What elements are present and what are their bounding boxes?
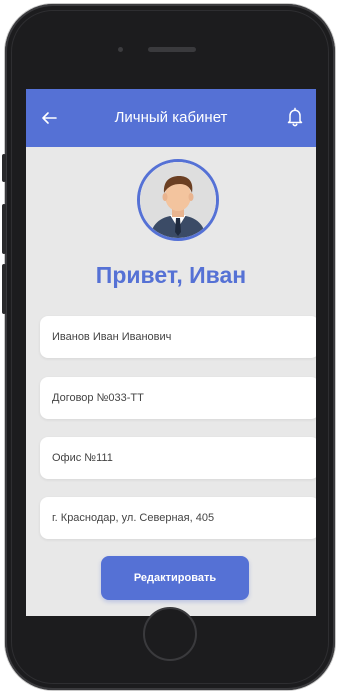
user-avatar-icon	[140, 162, 216, 238]
bell-icon[interactable]	[286, 107, 304, 127]
address-field[interactable]: г. Краснодар, ул. Северная, 405	[40, 497, 316, 539]
app-header: Личный кабинет	[26, 89, 316, 147]
volume-up-button	[2, 204, 6, 254]
mute-switch	[2, 154, 6, 182]
greeting-heading: Привет, Иван	[95, 262, 247, 288]
volume-down-button	[2, 264, 6, 314]
phone-frame: Личный кабинет Привет, Иван Иванов Иван …	[2, 4, 335, 690]
full-name-field[interactable]: Иванов Иван Иванович	[40, 316, 316, 358]
front-camera	[118, 47, 123, 52]
app-screen: Личный кабинет Привет, Иван Иванов Иван …	[26, 89, 316, 616]
home-button[interactable]	[143, 607, 197, 661]
avatar[interactable]	[137, 159, 219, 241]
edit-button[interactable]: Редактировать	[101, 556, 249, 600]
earpiece-speaker	[148, 47, 196, 52]
contract-field[interactable]: Договор №033-ТТ	[40, 377, 316, 419]
office-field[interactable]: Офис №111	[40, 437, 316, 479]
page-title: Личный кабинет	[114, 109, 228, 126]
